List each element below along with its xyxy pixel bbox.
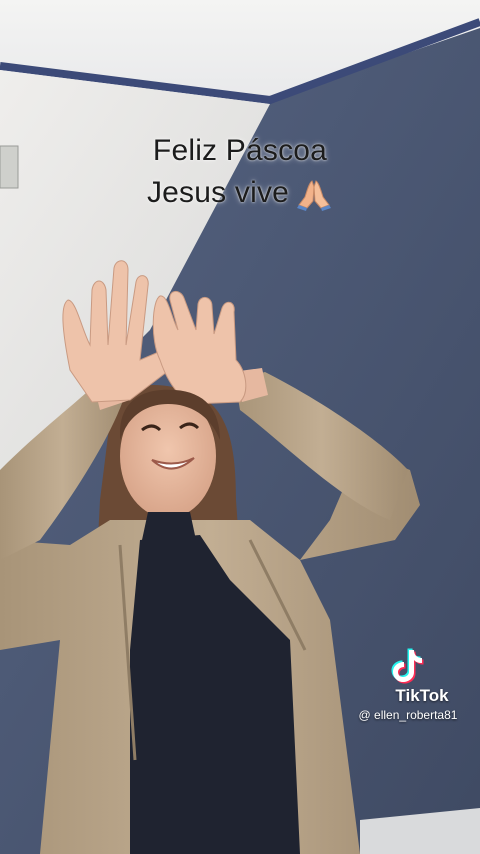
- caption-line-1: Feliz Páscoa: [152, 134, 328, 167]
- creator-handle[interactable]: @ ellen_roberta81: [344, 706, 472, 724]
- caption-line-2-text: Jesus vive: [146, 176, 290, 209]
- video-caption: Feliz Páscoa Jesus vive: [0, 130, 480, 214]
- video-frame[interactable]: Feliz Páscoa Jesus vive TikTok @ ellen_r…: [0, 0, 480, 854]
- praying-hands-icon: [297, 180, 332, 212]
- tiktok-watermark: TikTok @ ellen_roberta81: [342, 646, 472, 724]
- video-scene: [0, 0, 480, 854]
- caption-line-2: Jesus vive: [0, 172, 480, 214]
- turtleneck: [142, 512, 196, 540]
- tiktok-logo-icon: [391, 648, 424, 684]
- tiktok-brand-name: TikTok: [395, 686, 449, 705]
